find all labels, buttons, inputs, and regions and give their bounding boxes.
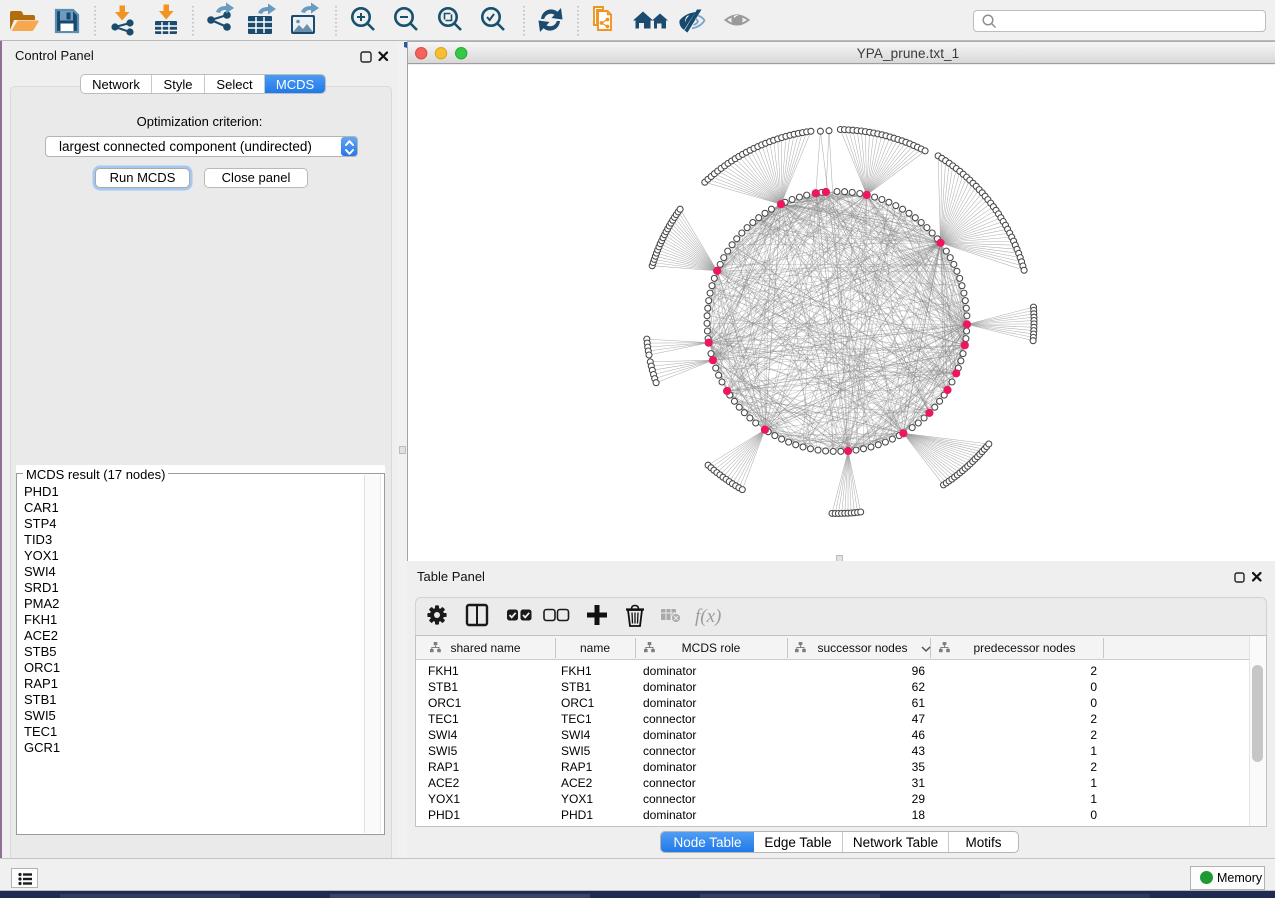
svg-text:f(x): f(x) [695,606,721,627]
